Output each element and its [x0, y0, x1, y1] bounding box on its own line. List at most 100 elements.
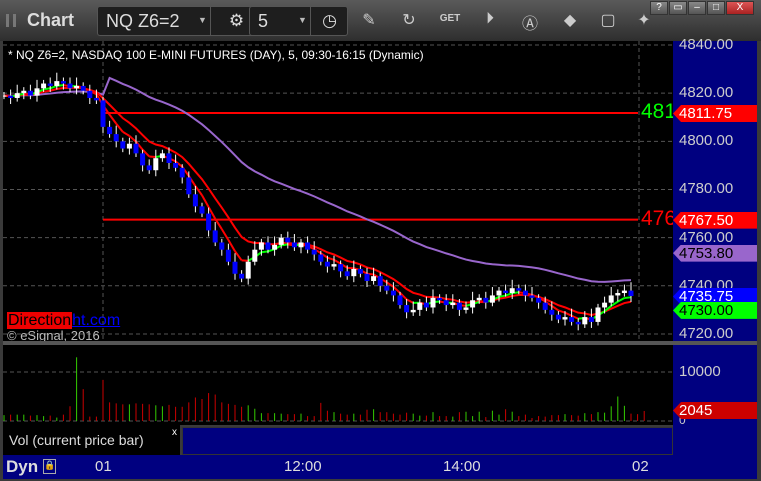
refresh-chart-icon[interactable]: ↻ [398, 10, 420, 30]
dynamic-mode-label[interactable]: Dyn [6, 457, 38, 477]
legend-bar [182, 427, 673, 455]
candle-body [423, 302, 429, 308]
candle-body [93, 97, 99, 101]
candle-body [34, 88, 40, 96]
candle-body [575, 321, 581, 325]
interval-selector[interactable]: 5 ▼ ◷ [249, 6, 348, 36]
candle-body [192, 194, 198, 207]
time-label-1200: 12:00 [284, 458, 322, 475]
comment-icon[interactable]: ▢ [597, 10, 619, 30]
candle-body [74, 85, 80, 89]
candle-body [245, 261, 251, 279]
fast-ma-segment [498, 294, 506, 298]
candle-body [67, 83, 73, 89]
candle-body [107, 126, 113, 135]
candle-body [173, 162, 179, 168]
title-bar: Chart NQ Z6=2 ▼ ⚙ 5 ▼ ◷ ✎ ↻ GET ⏵ Ⓐ ◆ ▢ … [0, 0, 761, 41]
fast-ma-segment [122, 131, 130, 137]
candle-body [199, 206, 205, 214]
fast-ma-segment [406, 298, 414, 304]
candle-body [60, 81, 66, 84]
candle-body [615, 293, 621, 296]
fast-ma-segment [234, 250, 243, 261]
maximize-button[interactable]: □ [707, 1, 725, 15]
fast-ma-segment [108, 114, 118, 125]
dock-button[interactable]: ▭ [669, 1, 687, 15]
link-icon[interactable]: ◆ [559, 10, 581, 30]
candle-body [239, 273, 245, 279]
candle-body [582, 317, 588, 325]
chevron-down-icon[interactable]: ▼ [298, 15, 307, 25]
play-icon[interactable]: ⏵ [479, 10, 501, 28]
chevron-down-icon[interactable]: ▼ [198, 15, 207, 25]
fast-ma-segment [327, 256, 335, 261]
alert-icon[interactable]: Ⓐ [519, 10, 541, 34]
lock-icon[interactable]: 🔒 [43, 459, 56, 474]
candle-body [153, 158, 159, 171]
fast-ma-segment [227, 239, 236, 252]
fast-ma-segment [149, 155, 156, 159]
price-tag: 4811.75 [673, 105, 757, 123]
candle-body [113, 134, 119, 142]
candle-body [41, 83, 47, 89]
candle-body [602, 302, 608, 308]
candle-body [212, 230, 218, 243]
candle-body [179, 167, 185, 178]
candle-body [489, 295, 495, 303]
candle-body [166, 153, 172, 163]
pencil-icon[interactable]: ✎ [358, 10, 380, 30]
candle-body [140, 153, 146, 166]
candle-body [470, 300, 476, 308]
candle-body [516, 288, 522, 291]
fast-ma-segment [201, 194, 210, 208]
candle-body [522, 290, 528, 296]
candle-body [80, 85, 86, 91]
candle-body [338, 264, 344, 272]
candle-body [397, 295, 403, 306]
get-icon[interactable]: GET [439, 13, 461, 24]
fast-ma-segment [49, 84, 58, 90]
candle-body [562, 317, 568, 320]
fast-ma-segment [220, 228, 230, 241]
candle-body [628, 290, 634, 297]
candle-body [437, 297, 443, 301]
close-legend-icon[interactable]: x [172, 427, 177, 438]
price-chart-svg [1, 41, 673, 341]
time-axis[interactable]: Dyn 🔒 01 12:00 14:00 02 [3, 455, 757, 479]
candle-body [417, 302, 423, 310]
price-tick-label: 4780.00 [679, 180, 734, 198]
candle-body [483, 297, 489, 303]
drag-grip-icon[interactable] [6, 14, 16, 27]
candle-body [357, 268, 363, 274]
level-label-lower: 476 [641, 206, 677, 230]
candle-body [463, 307, 469, 310]
candle-body [344, 271, 350, 277]
clock-icon[interactable]: ◷ [310, 7, 348, 35]
price-tick-label: 4800.00 [679, 132, 734, 150]
candle-body [159, 153, 165, 159]
symbol-selector[interactable]: NQ Z6=2 ▼ ⚙ [97, 6, 263, 36]
candle-body [272, 244, 278, 250]
candle-body [377, 276, 383, 286]
fast-ma-segment [333, 258, 342, 265]
candle-body [410, 309, 416, 313]
fast-ma-segment [564, 311, 573, 317]
candle-body [87, 90, 93, 98]
price-plot[interactable] [1, 41, 673, 341]
candle-body [443, 300, 449, 306]
level-label-upper: 481 [641, 100, 677, 124]
minimize-button[interactable]: – [688, 1, 706, 15]
volume-plot[interactable] [3, 345, 673, 425]
candle-body [351, 268, 357, 277]
candle-body [47, 83, 53, 86]
candle-body [503, 290, 509, 294]
candle-body [100, 100, 106, 127]
candle-body [126, 143, 132, 149]
help-button[interactable]: ? [650, 1, 668, 15]
fast-ma-segment [261, 250, 269, 254]
candle-body [225, 249, 231, 262]
logo-link[interactable]: ht.com [72, 312, 120, 329]
close-button[interactable]: X [726, 1, 754, 15]
candle-body [285, 237, 291, 243]
candle-body [608, 295, 614, 303]
